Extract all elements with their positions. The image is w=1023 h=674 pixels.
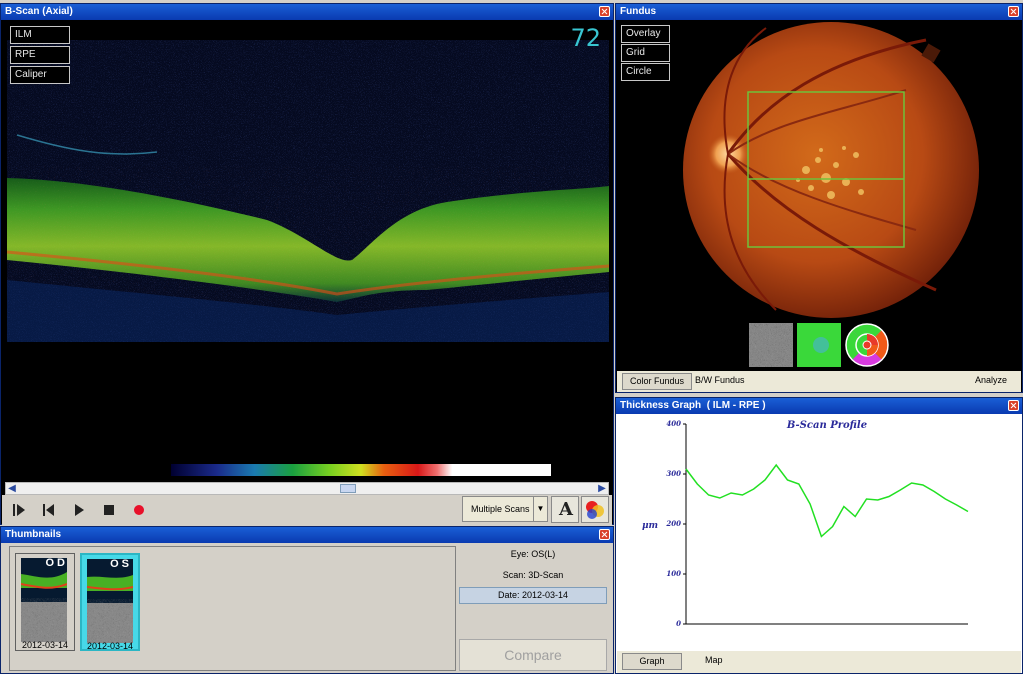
bscan-image: [7, 40, 609, 342]
bscan-panel: B-Scan (Axial) ILM RPE Caliper 72 ◀ ▶ Mu…: [0, 3, 614, 525]
thumbnail-eye-label: OD: [45, 557, 68, 569]
thumbnail-item-os[interactable]: OS 2012-03-14: [80, 553, 140, 651]
thumbnail-date: 2012-03-14: [21, 640, 69, 650]
chart-title: B-Scan Profile: [786, 420, 867, 431]
compare-button[interactable]: Compare: [459, 639, 607, 671]
overlay-button[interactable]: Overlay: [621, 25, 670, 43]
scroll-right-icon[interactable]: ▶: [596, 483, 608, 494]
y-tick-label: 0: [676, 619, 681, 628]
bscan-scrollbar[interactable]: ◀ ▶: [5, 482, 609, 495]
fundus-tabbar: Color Fundus B/W Fundus Analyze: [617, 371, 1021, 392]
circle-button[interactable]: Circle: [621, 63, 670, 81]
ilm-button[interactable]: ILM: [10, 26, 70, 44]
grid-button[interactable]: Grid: [621, 44, 670, 62]
y-axis-label: μm: [642, 521, 658, 531]
thumbnails-close-button[interactable]: [599, 529, 610, 540]
chevron-down-icon[interactable]: ▼: [533, 497, 547, 521]
scan-number: 72: [570, 24, 601, 52]
etdrs-grid-thumbnail[interactable]: [845, 323, 889, 367]
text-tool-icon: A: [559, 499, 573, 520]
step-back-icon[interactable]: [40, 501, 58, 519]
scan-info: Scan: 3D-Scan: [502, 570, 564, 580]
thickness-line: [685, 463, 969, 538]
thickness-chart: B-Scan Profile μm 0 100 200 300 400: [642, 419, 969, 628]
thickness-graph-panel: Thickness Graph ( ILM - RPE ) B-Scan Pro…: [615, 397, 1023, 674]
record-icon[interactable]: [130, 501, 148, 519]
bscan-title: B-Scan (Axial): [5, 6, 73, 17]
thumbnail-date: 2012-03-14: [86, 641, 134, 651]
fundus-image: [683, 22, 979, 318]
play-icon[interactable]: [70, 501, 88, 519]
thickness-map-thumbnail[interactable]: [797, 323, 841, 367]
y-tick-label: 100: [666, 569, 681, 578]
fundus-titlebar: Fundus: [616, 4, 1022, 20]
eye-info: Eye: OS(L): [510, 549, 556, 559]
rpe-button[interactable]: RPE: [10, 46, 70, 64]
fundus-close-button[interactable]: [1008, 6, 1019, 17]
tab-map[interactable]: Map: [698, 653, 730, 670]
bscan-titlebar: B-Scan (Axial): [1, 4, 613, 20]
thumbnail-eye-label: OS: [110, 558, 132, 570]
intensity-colorbar: [171, 464, 551, 476]
thickness-close-button[interactable]: [1008, 400, 1019, 411]
axis-lines: [685, 424, 968, 625]
scroll-left-icon[interactable]: ◀: [6, 483, 18, 494]
multiple-scans-label: Multiple Scans: [471, 504, 530, 514]
scrollbar-thumb[interactable]: [340, 484, 356, 493]
tab-bw-fundus[interactable]: B/W Fundus: [688, 373, 752, 390]
y-tick-label: 400: [666, 419, 681, 428]
caliper-button[interactable]: Caliper: [10, 66, 70, 84]
thickness-titlebar: Thickness Graph ( ILM - RPE ): [616, 398, 1022, 414]
playback-controls: Multiple Scans ▼ A: [2, 495, 612, 525]
bscan-close-button[interactable]: [599, 6, 610, 17]
thumbnails-panel: Thumbnails OD 2012-03-14 OS 2012-03-14 E…: [0, 526, 614, 674]
multiple-scans-dropdown[interactable]: Multiple Scans ▼: [462, 496, 548, 522]
thumbnail-item-od[interactable]: OD 2012-03-14: [15, 553, 75, 651]
color-palette-button[interactable]: [581, 496, 609, 523]
fundus-panel: Fundus Overlay Grid Circle Color Fundus …: [615, 3, 1023, 393]
bw-map-thumbnail[interactable]: [749, 323, 793, 367]
analyze-button[interactable]: Analyze: [968, 373, 1014, 390]
od-thumbnail-image: [21, 558, 67, 642]
thumbnails-titlebar: Thumbnails: [1, 527, 613, 543]
stop-icon[interactable]: [100, 501, 118, 519]
text-annotation-button[interactable]: A: [551, 496, 579, 523]
tab-graph[interactable]: Graph: [622, 653, 682, 670]
fundus-title: Fundus: [620, 6, 657, 17]
os-thumbnail-image: [87, 559, 133, 643]
step-forward-icon[interactable]: [10, 501, 28, 519]
palette-icon: [586, 501, 604, 519]
thickness-title: Thickness Graph ( ILM - RPE ): [620, 400, 766, 411]
thumbnail-list: OD 2012-03-14 OS 2012-03-14: [9, 546, 456, 671]
thumbnails-title: Thumbnails: [5, 529, 62, 540]
tab-color-fundus[interactable]: Color Fundus: [622, 373, 693, 390]
y-tick-label: 200: [665, 519, 681, 528]
chart-axes: [685, 424, 968, 625]
y-tick-label: 300: [666, 469, 681, 478]
graph-tabbar: Graph Map: [617, 651, 1021, 673]
date-info: Date: 2012-03-14: [459, 587, 607, 604]
